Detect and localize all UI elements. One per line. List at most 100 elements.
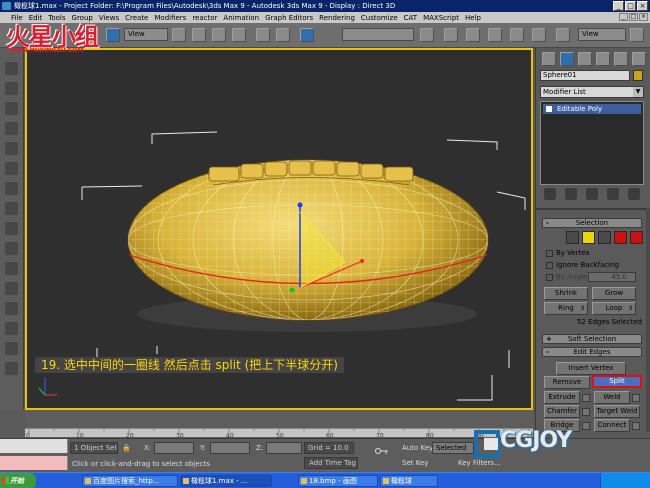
maximize-button[interactable]: □ bbox=[625, 1, 636, 11]
snap-3d-icon[interactable] bbox=[212, 28, 226, 42]
extrude-settings-button[interactable] bbox=[582, 394, 590, 402]
display-tab-icon[interactable] bbox=[614, 52, 628, 66]
spinner-arrows-icon[interactable]: ⇕ bbox=[580, 303, 585, 314]
angle-snap-icon[interactable] bbox=[232, 28, 246, 42]
camera-icon[interactable] bbox=[5, 322, 18, 335]
key-mode-select[interactable]: Selected bbox=[432, 442, 474, 454]
display-panel-icon[interactable] bbox=[5, 142, 18, 155]
layer-manager-icon[interactable] bbox=[466, 28, 480, 42]
menu-modifiers[interactable]: Modifiers bbox=[151, 14, 189, 22]
cone-primitive-icon[interactable] bbox=[5, 262, 18, 275]
set-key-mode-icon[interactable] bbox=[375, 447, 389, 455]
named-selection-set-select[interactable] bbox=[342, 28, 414, 41]
box-primitive-icon[interactable] bbox=[5, 182, 18, 195]
set-key-label[interactable]: Set Key bbox=[402, 457, 428, 469]
start-button[interactable]: 开始 bbox=[0, 473, 36, 488]
select-manipulate-icon[interactable] bbox=[192, 28, 206, 42]
torus-primitive-icon[interactable] bbox=[5, 242, 18, 255]
motion-tab-icon[interactable] bbox=[596, 52, 610, 66]
spinner-snap-icon[interactable] bbox=[276, 28, 290, 42]
z-coordinate-field[interactable] bbox=[266, 442, 302, 454]
cylinder-primitive-icon[interactable] bbox=[5, 222, 18, 235]
element-level-icon[interactable] bbox=[630, 231, 643, 244]
vertex-level-icon[interactable] bbox=[566, 231, 579, 244]
perspective-viewport[interactable] bbox=[25, 48, 533, 410]
configure-sets-icon[interactable] bbox=[627, 188, 640, 200]
light-icon[interactable] bbox=[5, 302, 18, 315]
soft-selection-rollout-header[interactable]: + Soft Selection bbox=[542, 334, 642, 344]
close-button[interactable]: × bbox=[637, 1, 648, 11]
doc-minimize-button[interactable]: _ bbox=[619, 13, 628, 21]
lock-selection-icon[interactable]: 🔒 bbox=[122, 442, 131, 454]
hierarchy-tab-icon[interactable] bbox=[578, 52, 592, 66]
timeline-track[interactable]: 0102030405060708090100 bbox=[25, 428, 538, 440]
spinner-arrows-icon[interactable]: ⇕ bbox=[628, 303, 633, 314]
edit-named-selection-icon[interactable] bbox=[300, 28, 314, 42]
make-unique-icon[interactable] bbox=[585, 188, 598, 200]
object-color-swatch[interactable] bbox=[633, 70, 643, 81]
maxscript-listener-mini[interactable] bbox=[0, 439, 68, 453]
menu-graph-editors[interactable]: Graph Editors bbox=[262, 14, 316, 22]
polygon-level-icon[interactable] bbox=[614, 231, 627, 244]
selection-rollout-header[interactable]: - Selection bbox=[542, 218, 642, 228]
taskbar-item-browser[interactable]: 百度图片搜索_http... bbox=[82, 475, 178, 487]
object-name-field[interactable]: Sphere01 bbox=[540, 70, 630, 81]
time-slider[interactable]: 0102030405060708090100 bbox=[25, 410, 538, 440]
doc-restore-button[interactable]: □ bbox=[629, 13, 638, 21]
command-panel-scrollbar[interactable] bbox=[646, 208, 650, 432]
pin-stack-icon[interactable] bbox=[544, 188, 557, 200]
sphere-primitive-icon[interactable] bbox=[5, 202, 18, 215]
mirror-icon[interactable] bbox=[420, 28, 434, 42]
menu-create[interactable]: Create bbox=[122, 14, 151, 22]
shrink-button[interactable]: Shrink bbox=[544, 287, 588, 300]
x-coordinate-field[interactable] bbox=[154, 442, 194, 454]
menu-rendering[interactable]: Rendering bbox=[316, 14, 358, 22]
grow-button[interactable]: Grow bbox=[592, 287, 636, 300]
by-vertex-checkbox[interactable]: By Vertex bbox=[546, 248, 644, 258]
percent-snap-icon[interactable] bbox=[256, 28, 270, 42]
stack-item-editable-poly[interactable]: Editable Poly bbox=[543, 104, 641, 114]
insert-vertex-button[interactable]: Insert Vertex bbox=[556, 362, 626, 375]
extrude-button[interactable]: Extrude bbox=[544, 391, 580, 404]
space-warp-icon[interactable] bbox=[5, 362, 18, 375]
edit-edges-rollout-header[interactable]: - Edit Edges bbox=[542, 347, 642, 357]
utilities-tab-icon[interactable] bbox=[632, 52, 646, 66]
loop-button[interactable]: Loop ⇕ bbox=[592, 302, 636, 315]
taskbar-item-folder[interactable]: 橄榄球 bbox=[380, 475, 438, 487]
utilities-panel-icon[interactable] bbox=[5, 162, 18, 175]
create-tab-icon[interactable] bbox=[542, 52, 556, 66]
edge-level-icon[interactable] bbox=[582, 231, 595, 244]
view-coordinate-select[interactable]: View bbox=[124, 28, 168, 41]
weld-settings-button[interactable] bbox=[632, 394, 640, 402]
border-level-icon[interactable] bbox=[598, 231, 611, 244]
hierarchy-panel-icon[interactable] bbox=[5, 102, 18, 115]
curve-editor-icon[interactable] bbox=[488, 28, 502, 42]
ignore-backfacing-checkbox[interactable]: Ignore Backfacing bbox=[546, 260, 644, 270]
pivot-center-icon[interactable] bbox=[172, 28, 186, 42]
align-icon[interactable] bbox=[444, 28, 458, 42]
menu-help[interactable]: Help bbox=[462, 14, 484, 22]
show-end-result-icon[interactable] bbox=[565, 188, 578, 200]
ring-button[interactable]: Ring ⇕ bbox=[544, 302, 588, 315]
add-time-tag-button[interactable]: Add Time Tag bbox=[304, 457, 358, 469]
y-coordinate-field[interactable] bbox=[210, 442, 250, 454]
remove-modifier-icon[interactable] bbox=[606, 188, 619, 200]
modify-panel-icon[interactable] bbox=[5, 82, 18, 95]
quick-render-icon[interactable] bbox=[630, 28, 644, 42]
remove-button[interactable]: Remove bbox=[544, 376, 590, 389]
taskbar-item-3dsmax[interactable]: 橄榄球1.max - ... bbox=[180, 475, 272, 487]
angle-spinner[interactable]: 45.0 bbox=[588, 272, 636, 282]
menu-animation[interactable]: Animation bbox=[220, 14, 262, 22]
modify-tab-icon[interactable] bbox=[560, 52, 574, 66]
modifier-stack[interactable]: Editable Poly bbox=[540, 101, 644, 185]
doc-close-button[interactable]: × bbox=[639, 13, 648, 21]
plane-primitive-icon[interactable] bbox=[5, 282, 18, 295]
auto-key-label[interactable]: Auto Key bbox=[402, 442, 433, 454]
split-button[interactable]: Split bbox=[592, 375, 642, 388]
menu-reactor[interactable]: reactor bbox=[189, 14, 220, 22]
schematic-view-icon[interactable] bbox=[510, 28, 524, 42]
menu-customize[interactable]: Customize bbox=[358, 14, 401, 22]
plus-expand-icon[interactable] bbox=[546, 106, 552, 112]
render-type-select[interactable]: View bbox=[578, 28, 626, 41]
helper-icon[interactable] bbox=[5, 342, 18, 355]
